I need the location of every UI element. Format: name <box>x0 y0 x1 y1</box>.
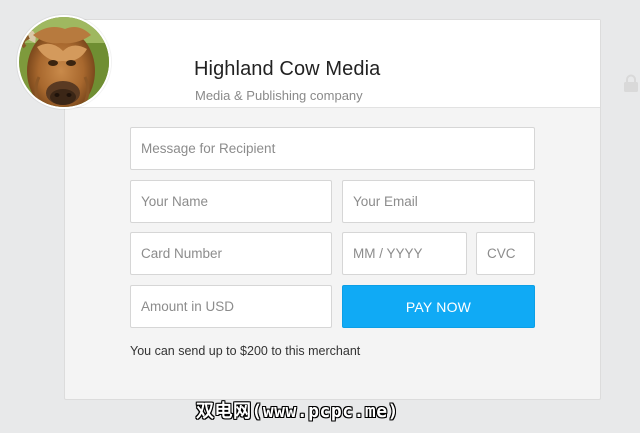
card-number-input[interactable] <box>130 232 332 275</box>
merchant-header: Highland Cow Media Media & Publishing co… <box>65 20 638 108</box>
cvc-input[interactable] <box>476 232 535 275</box>
expiry-input[interactable] <box>342 232 467 275</box>
merchant-type: Media & Publishing company <box>195 88 363 103</box>
lock-icon <box>624 74 638 92</box>
name-input[interactable] <box>130 180 332 223</box>
message-input[interactable] <box>130 127 535 170</box>
merchant-avatar <box>17 15 111 109</box>
send-limit-note: You can send up to $200 to this merchant <box>130 344 361 358</box>
pay-now-button[interactable]: PAY NOW <box>342 285 535 328</box>
amount-input[interactable] <box>130 285 332 328</box>
highland-cow-photo-icon <box>19 17 109 107</box>
watermark: 双电网(www.pcpc.me) <box>196 401 399 422</box>
email-input[interactable] <box>342 180 535 223</box>
merchant-name: Highland Cow Media <box>194 58 381 80</box>
